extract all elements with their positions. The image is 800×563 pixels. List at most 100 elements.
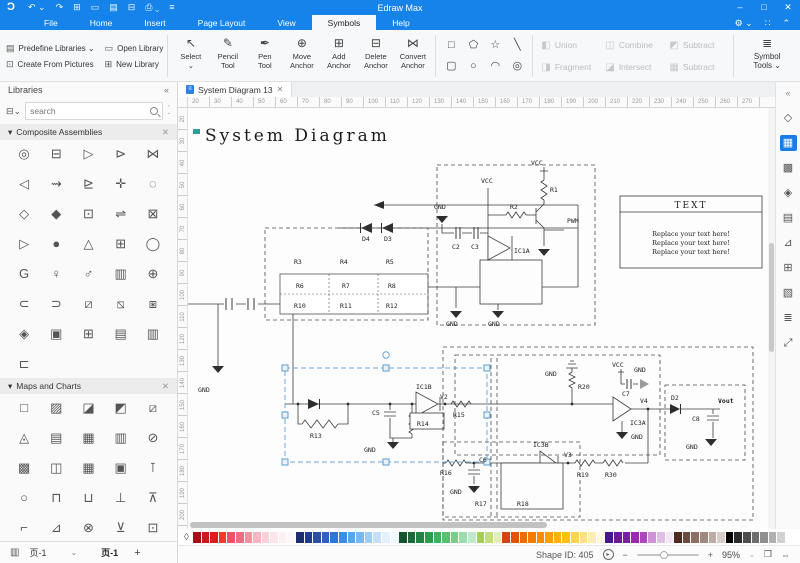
open-library-button[interactable]: ▭Open Library (105, 43, 164, 54)
export-icon[interactable]: ⎙ ⌄ (145, 0, 159, 15)
color-swatch[interactable] (597, 532, 605, 543)
library-symbol[interactable]: ▣ (115, 458, 127, 478)
menu-tab-page-layout[interactable]: Page Layout (182, 15, 262, 30)
collapse-ribbon-icon[interactable]: ⌃ (782, 16, 790, 30)
menu-tab-insert[interactable]: Insert (128, 15, 181, 30)
pages-icon[interactable]: ▥ (10, 547, 19, 558)
select-button[interactable]: ↖Select ⌄ (172, 33, 209, 79)
color-swatch[interactable] (434, 532, 442, 543)
library-symbol[interactable]: ⧅ (117, 294, 125, 314)
add-anchor-button[interactable]: ⊞Add Anchor (320, 33, 357, 79)
color-swatch[interactable] (459, 532, 467, 543)
library-symbol[interactable]: ● (52, 234, 60, 254)
shape-tool-4[interactable]: ▢ (446, 56, 456, 77)
library-symbol[interactable]: ◬ (19, 428, 29, 448)
color-swatch[interactable] (777, 532, 785, 543)
library-symbol[interactable]: ⊿ (51, 518, 62, 538)
color-swatch[interactable] (709, 532, 717, 543)
library-symbol[interactable]: ⊻ (116, 518, 126, 538)
library-symbol[interactable]: ⋈ (146, 144, 159, 164)
library-symbol[interactable]: ▷ (19, 234, 29, 254)
library-symbol[interactable]: ⧄ (84, 294, 92, 314)
hscroll-thumb[interactable] (190, 522, 547, 528)
library-symbol[interactable]: ▩ (18, 458, 30, 478)
color-swatch[interactable] (726, 532, 734, 543)
search-input[interactable] (30, 106, 147, 116)
color-swatch[interactable] (700, 532, 708, 543)
color-swatch[interactable] (614, 532, 622, 543)
library-symbol[interactable]: ▤ (50, 428, 62, 448)
library-symbol[interactable]: ▥ (115, 264, 127, 284)
library-symbol[interactable]: □ (20, 398, 28, 418)
library-symbol[interactable]: ⌐ (20, 518, 28, 538)
color-swatch[interactable] (485, 532, 493, 543)
color-swatch[interactable] (562, 532, 570, 543)
library-symbol[interactable]: ⊳ (115, 144, 126, 164)
print-icon[interactable]: ⊟ (128, 0, 136, 15)
library-symbol[interactable]: ▥ (115, 428, 127, 448)
library-symbol[interactable]: ◈ (19, 324, 29, 344)
fill-bucket-icon[interactable]: ◊ (184, 532, 189, 543)
close-button[interactable]: ✕ (776, 0, 800, 15)
section-collapse-icon[interactable]: ▾ (8, 127, 12, 138)
color-swatch[interactable] (674, 532, 682, 543)
save-icon[interactable]: ▤ (109, 0, 118, 15)
library-symbol[interactable]: △ (83, 234, 93, 254)
color-swatch[interactable] (391, 532, 399, 543)
library-symbol[interactable]: ○ (20, 488, 28, 508)
color-swatch[interactable] (743, 532, 751, 543)
predefine-libraries-button[interactable]: ▤Predefine Libraries ⌄ (6, 43, 95, 54)
section-close-icon[interactable]: ✕ (162, 127, 169, 138)
color-swatch[interactable] (717, 532, 725, 543)
menu-tab-file[interactable]: File (28, 15, 74, 30)
page-dropdown-icon[interactable]: ⌄ (70, 548, 77, 557)
new-document-icon[interactable]: ⊞ (73, 0, 81, 15)
color-swatch[interactable] (262, 532, 270, 543)
library-symbol[interactable]: ⊟ (51, 144, 62, 164)
library-symbol[interactable]: ◎ (18, 144, 29, 164)
settings-icon[interactable]: ⚙ ⌄ (735, 16, 753, 30)
redo-icon[interactable]: ↷ (56, 0, 64, 15)
library-symbol[interactable]: ▦ (82, 428, 94, 448)
color-swatch[interactable] (588, 532, 596, 543)
color-swatch[interactable] (348, 532, 356, 543)
menu-tab-symbols[interactable]: Symbols (312, 15, 377, 30)
open-file-icon[interactable]: ▭ (91, 0, 100, 15)
text-shape[interactable]: TEXT Replace your text here!Replace your… (620, 196, 762, 268)
zoom-out-button[interactable]: − (623, 550, 628, 560)
color-swatch[interactable] (305, 532, 313, 543)
library-symbol[interactable]: ⊏ (19, 354, 30, 374)
color-swatch[interactable] (193, 532, 201, 543)
workspace-icon[interactable]: ∷ (765, 16, 771, 30)
expand-icon[interactable]: ⤢ (780, 335, 797, 351)
zoom-slider[interactable] (637, 554, 699, 556)
color-swatch[interactable] (296, 532, 304, 543)
library-symbol[interactable]: ⊵ (83, 174, 94, 194)
shape-tool-6[interactable]: ◠ (491, 56, 501, 77)
library-symbol[interactable]: ♂ (84, 264, 94, 284)
color-swatch[interactable] (494, 532, 502, 543)
delete-anchor-button[interactable]: ⊟Delete Anchor (357, 33, 394, 79)
library-symbol[interactable]: ◯ (146, 234, 161, 254)
outline-icon[interactable]: ≣ (780, 310, 797, 326)
note-icon[interactable]: ▤ (780, 210, 797, 226)
selection-box[interactable] (282, 352, 490, 465)
library-symbol[interactable]: ⊼ (148, 488, 158, 508)
shape-tool-7[interactable]: ◎ (513, 56, 523, 77)
search-spinner[interactable]: ⌃⌄ (167, 106, 171, 116)
library-symbol[interactable]: ▥ (147, 324, 159, 344)
color-swatch[interactable] (477, 532, 485, 543)
library-symbol[interactable]: ⊃ (51, 294, 62, 314)
library-symbol[interactable]: ⊠ (147, 204, 158, 224)
color-swatch[interactable] (691, 532, 699, 543)
section-close-icon[interactable]: ✕ (162, 381, 169, 392)
color-swatch[interactable] (786, 532, 794, 543)
search-icon[interactable] (150, 107, 158, 115)
library-symbol[interactable]: ◆ (51, 204, 61, 224)
zoom-dropdown-icon[interactable]: ⌄ (749, 551, 755, 559)
color-swatch[interactable] (408, 532, 416, 543)
layers-icon[interactable]: ◈ (780, 185, 797, 201)
color-swatch[interactable] (468, 532, 476, 543)
convert-anchor-button[interactable]: ⋈Convert Anchor (394, 33, 431, 79)
color-swatch[interactable] (520, 532, 528, 543)
